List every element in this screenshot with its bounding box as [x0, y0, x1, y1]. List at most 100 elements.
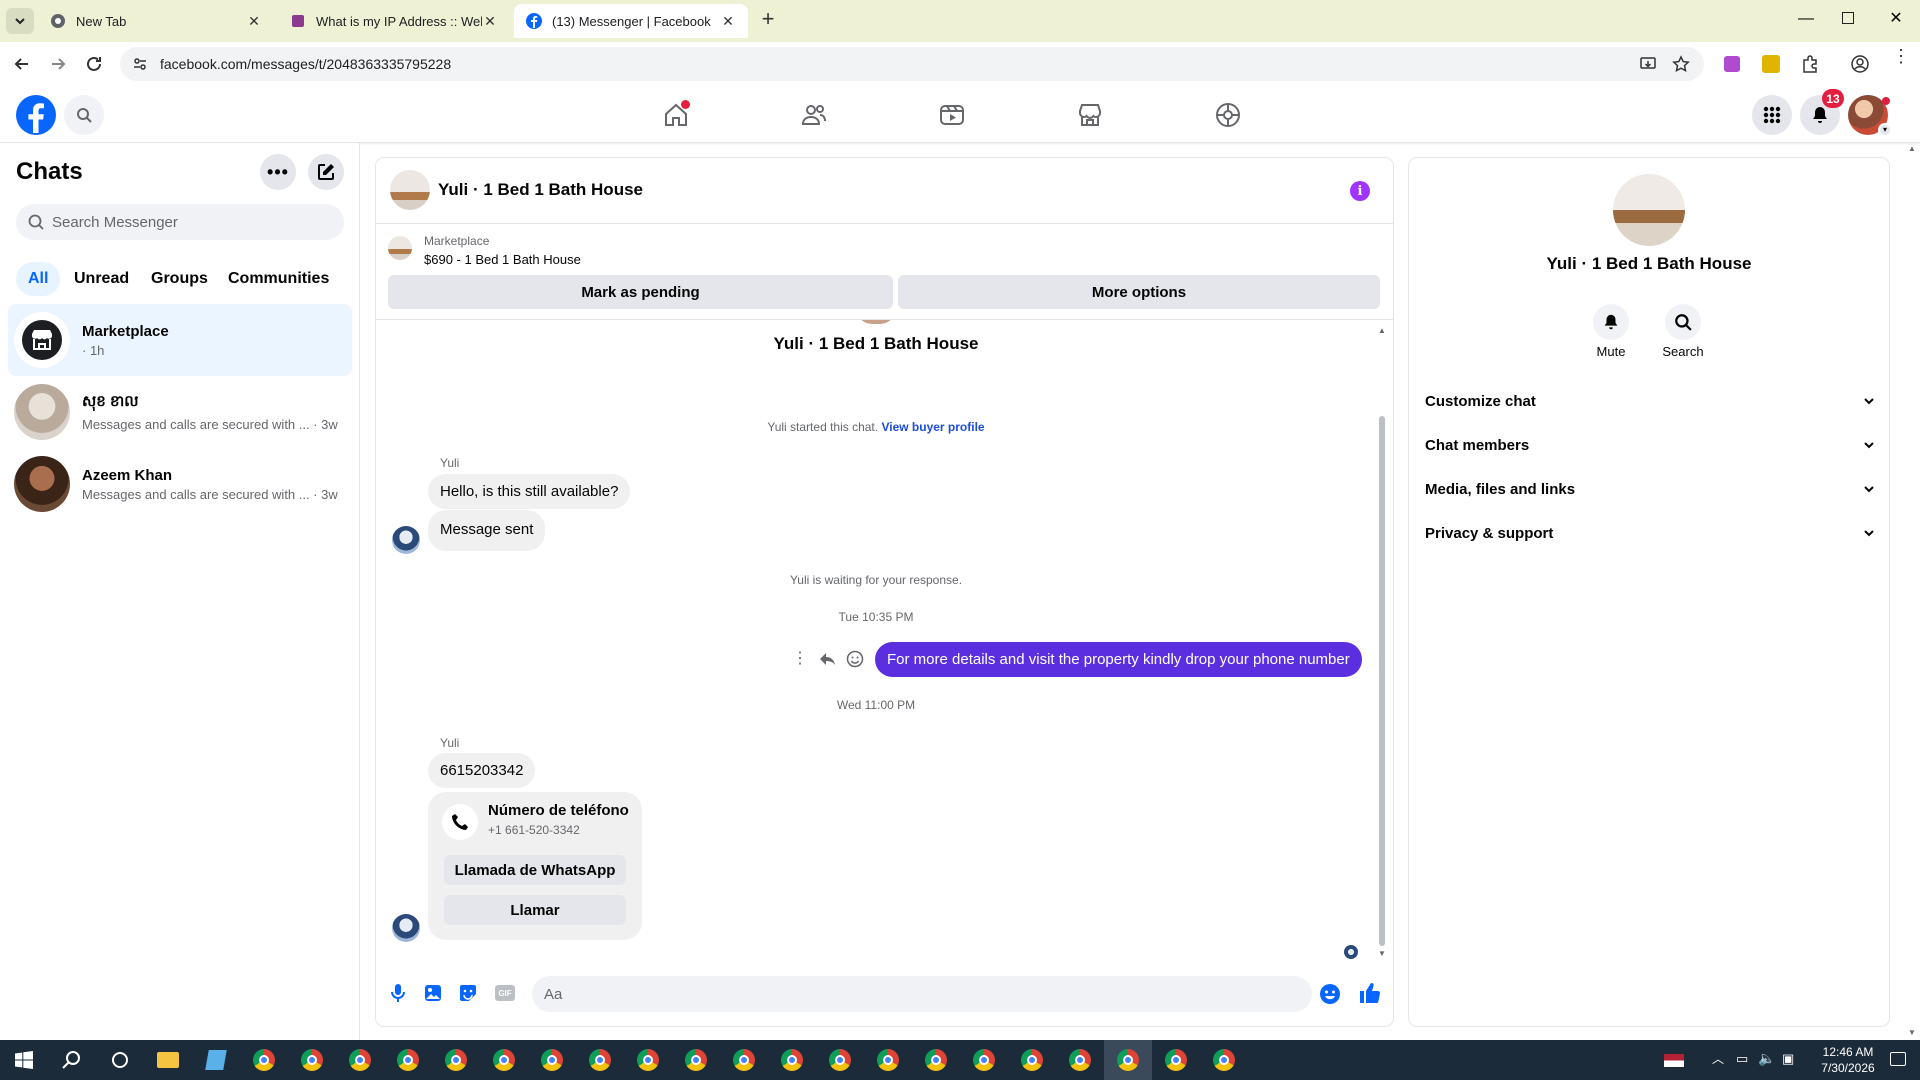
filter-communities[interactable]: Communities	[216, 262, 341, 296]
keyboard-flag-icon[interactable]	[1664, 1054, 1684, 1067]
scrollbar-thumb[interactable]	[1379, 416, 1385, 946]
media-files-links-section[interactable]: Media, files and links	[1425, 469, 1875, 509]
chrome-app-icon[interactable]	[336, 1040, 384, 1080]
forward-arrow-icon[interactable]	[48, 54, 68, 74]
extension-icon[interactable]	[1724, 56, 1740, 72]
search-in-conversation-button[interactable]	[1665, 304, 1701, 340]
taskbar-search-icon[interactable]	[48, 1040, 96, 1080]
close-tab-icon[interactable]: ✕	[720, 13, 736, 29]
mark-as-pending-button[interactable]: Mark as pending	[388, 275, 893, 309]
reply-icon[interactable]	[818, 650, 836, 668]
restore-icon[interactable]	[1842, 12, 1854, 24]
reload-icon[interactable]	[84, 54, 104, 74]
minimize-icon[interactable]: —	[1796, 10, 1816, 30]
site-info-icon[interactable]	[132, 56, 148, 72]
chrome-app-icon[interactable]	[432, 1040, 480, 1080]
messages-scrollbar[interactable]: ▲ ▼	[1378, 326, 1386, 958]
scroll-down-arrow[interactable]: ▼	[1378, 949, 1386, 958]
friends-nav-icon[interactable]	[798, 100, 830, 130]
message-input[interactable]: Aa	[532, 976, 1312, 1012]
incoming-message[interactable]: 6615203342	[428, 753, 536, 788]
call-button[interactable]: Llamar	[444, 895, 626, 925]
view-buyer-profile-link[interactable]: View buyer profile	[881, 420, 984, 434]
new-tab-button[interactable]: +	[756, 8, 780, 32]
chrome-app-icon[interactable]	[768, 1040, 816, 1080]
emoji-icon[interactable]	[1319, 983, 1341, 1005]
new-message-button[interactable]	[308, 154, 344, 190]
gif-icon[interactable]: GIF	[495, 985, 515, 1001]
chrome-app-icon[interactable]	[672, 1040, 720, 1080]
chrome-app-icon[interactable]	[1008, 1040, 1056, 1080]
menu-grid-button[interactable]	[1752, 95, 1792, 135]
listing-title[interactable]: $690 - 1 Bed 1 Bath House	[424, 252, 581, 267]
incoming-message[interactable]: Message sent	[428, 510, 546, 551]
tab-search-button[interactable]	[6, 8, 34, 34]
chrome-app-icon[interactable]	[624, 1040, 672, 1080]
extension-icon[interactable]	[1762, 55, 1780, 73]
search-facebook-button[interactable]	[64, 95, 104, 135]
page-scrollbar-up[interactable]: ▲	[1908, 144, 1916, 153]
gaming-nav-icon[interactable]	[1212, 100, 1244, 130]
incoming-message[interactable]: Hello, is this still available?	[428, 474, 631, 509]
chrome-app-icon[interactable]	[960, 1040, 1008, 1080]
chrome-app-icon[interactable]	[1056, 1040, 1104, 1080]
page-scrollbar-down[interactable]: ▼	[1908, 1028, 1916, 1037]
home-nav-icon[interactable]	[660, 100, 692, 130]
video-nav-icon[interactable]	[936, 100, 968, 130]
clock[interactable]: 12:46 AM 7/30/2026	[1808, 1044, 1888, 1076]
chat-options-button[interactable]: •••	[260, 154, 296, 190]
action-center-icon[interactable]	[1890, 1052, 1906, 1066]
sticker-icon[interactable]	[459, 984, 477, 1002]
bookmark-star-icon[interactable]	[1672, 55, 1690, 73]
chrome-app-icon[interactable]	[912, 1040, 960, 1080]
chat-members-section[interactable]: Chat members	[1425, 425, 1875, 465]
chrome-app-icon[interactable]	[1200, 1040, 1248, 1080]
mute-button[interactable]	[1593, 304, 1629, 340]
browser-tab[interactable]: What is my IP Address :: WebBr ✕	[278, 4, 510, 38]
whatsapp-call-button[interactable]: Llamada de WhatsApp	[444, 855, 626, 885]
filter-all[interactable]: All	[16, 262, 61, 296]
close-tab-icon[interactable]: ✕	[482, 13, 498, 29]
address-bar[interactable]: facebook.com/messages/t/2048363335795228	[120, 47, 1704, 81]
notepad-app-icon[interactable]	[192, 1040, 240, 1080]
notifications-button[interactable]: 13	[1800, 89, 1844, 135]
chrome-app-icon-active[interactable]	[1104, 1040, 1152, 1080]
tray-network-icon[interactable]: ▭	[1736, 1051, 1748, 1067]
messenger-search-input[interactable]: Search Messenger	[16, 204, 344, 240]
chat-list-item[interactable]: Marketplace · 1h	[8, 304, 352, 376]
kebab-menu-icon[interactable]: ⋮	[1892, 47, 1910, 76]
outgoing-message[interactable]: For more details and visit the property …	[875, 642, 1362, 677]
thumbs-up-icon[interactable]	[1358, 981, 1382, 1005]
profile-icon[interactable]	[1850, 54, 1870, 74]
chrome-app-icon[interactable]	[528, 1040, 576, 1080]
start-button[interactable]	[0, 1040, 48, 1080]
voice-clip-icon[interactable]	[389, 983, 407, 1003]
chat-list-item[interactable]: សុខ ខាល Messages and calls are secured w…	[8, 376, 352, 448]
chrome-app-icon[interactable]	[480, 1040, 528, 1080]
conversation-info-button[interactable]: i	[1350, 181, 1370, 201]
tray-volume-icon[interactable]: 🔈	[1758, 1050, 1775, 1067]
install-app-icon[interactable]	[1640, 56, 1656, 72]
task-view-icon[interactable]	[96, 1040, 144, 1080]
marketplace-nav-icon[interactable]	[1074, 100, 1106, 130]
puzzle-extensions-icon[interactable]	[1800, 54, 1820, 74]
tray-display-icon[interactable]: ▣	[1782, 1051, 1794, 1067]
chrome-app-icon[interactable]	[240, 1040, 288, 1080]
filter-groups[interactable]: Groups	[139, 262, 220, 296]
attach-photo-icon[interactable]	[424, 984, 442, 1002]
filter-unread[interactable]: Unread	[62, 262, 141, 296]
close-tab-icon[interactable]: ✕	[246, 13, 262, 29]
close-window-icon[interactable]: ✕	[1886, 8, 1906, 28]
account-avatar[interactable]: ▾	[1848, 95, 1892, 137]
chrome-app-icon[interactable]	[576, 1040, 624, 1080]
facebook-logo-icon[interactable]	[16, 95, 56, 135]
chrome-app-icon[interactable]	[1152, 1040, 1200, 1080]
chrome-app-icon[interactable]	[816, 1040, 864, 1080]
back-arrow-icon[interactable]	[12, 54, 32, 74]
more-options-button[interactable]: More options	[898, 275, 1380, 309]
browser-tab[interactable]: New Tab ✕	[38, 4, 274, 38]
chrome-app-icon[interactable]	[288, 1040, 336, 1080]
file-explorer-icon[interactable]	[144, 1040, 192, 1080]
chrome-app-icon[interactable]	[384, 1040, 432, 1080]
browser-tab-active[interactable]: (13) Messenger | Facebook ✕	[514, 4, 748, 38]
